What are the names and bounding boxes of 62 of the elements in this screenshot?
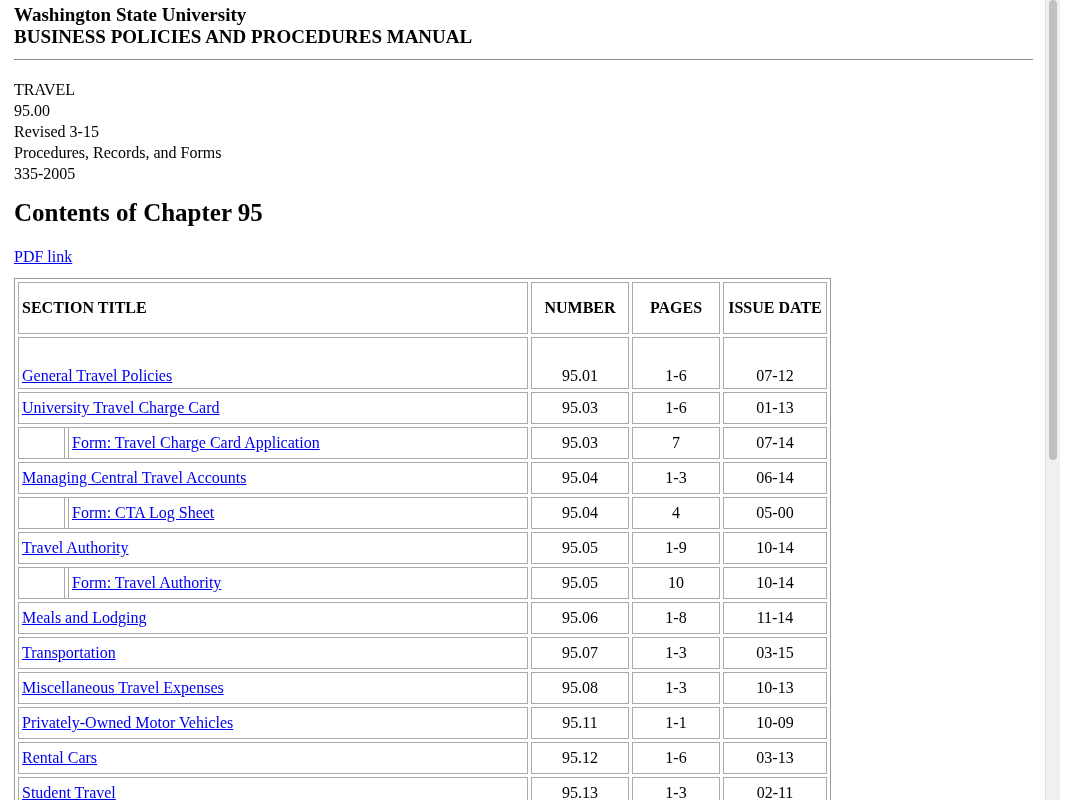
date-cell: 06-14 — [723, 462, 827, 494]
date-cell: 11-14 — [723, 602, 827, 634]
pages-cell: 1-6 — [632, 742, 720, 774]
column-header: NUMBER — [531, 282, 629, 334]
pages-cell: 1-3 — [632, 637, 720, 669]
column-header: PAGES — [632, 282, 720, 334]
meta-line: Revised 3-15 — [14, 122, 99, 142]
number-cell: 95.05 — [531, 567, 629, 599]
date-cell: 03-15 — [723, 637, 827, 669]
date-cell: 10-14 — [723, 532, 827, 564]
scrollbar-thumb[interactable] — [1049, 0, 1057, 460]
column-header: SECTION TITLE — [18, 282, 528, 334]
section-link[interactable]: Student Travel — [22, 784, 116, 800]
pages-cell: 1-8 — [632, 602, 720, 634]
section-link[interactable]: Form: CTA Log Sheet — [72, 504, 215, 522]
number-cell: 95.03 — [531, 392, 629, 424]
manual-title: BUSINESS POLICIES AND PROCEDURES MANUAL — [14, 26, 473, 48]
section-link[interactable]: Form: Travel Authority — [72, 574, 222, 592]
pages-cell: 1-1 — [632, 707, 720, 739]
date-cell: 10-13 — [723, 672, 827, 704]
section-link[interactable]: Transportation — [22, 644, 116, 661]
pages-cell: 1-6 — [632, 337, 720, 389]
section-link[interactable]: Rental Cars — [22, 749, 98, 766]
number-cell: 95.11 — [531, 707, 629, 739]
pages-cell: 1-3 — [632, 462, 720, 494]
section-link[interactable]: Meals and Lodging — [22, 609, 147, 626]
number-cell: 95.07 — [531, 637, 629, 669]
pages-cell: 10 — [632, 567, 720, 599]
date-cell: 10-14 — [723, 567, 827, 599]
number-cell: 95.04 — [531, 497, 629, 529]
date-cell: 01-13 — [723, 392, 827, 424]
date-cell: 10-09 — [723, 707, 827, 739]
number-cell: 95.08 — [531, 672, 629, 704]
meta-line: TRAVEL — [14, 80, 76, 100]
pages-cell: 7 — [632, 427, 720, 459]
pages-cell: 1-9 — [632, 532, 720, 564]
date-cell: 02-11 — [723, 777, 827, 800]
section-link[interactable]: General Travel Policies — [22, 367, 173, 384]
chapter-heading: Contents of Chapter 95 — [14, 198, 263, 228]
pages-cell: 1-6 — [632, 392, 720, 424]
pages-cell: 4 — [632, 497, 720, 529]
number-cell: 95.01 — [531, 337, 629, 389]
university-name: Washington State University — [14, 4, 247, 26]
date-cell: 05-00 — [723, 497, 827, 529]
meta-line: 95.00 — [14, 101, 50, 121]
date-cell: 07-12 — [723, 337, 827, 389]
scrollbar[interactable] — [1045, 0, 1060, 800]
number-cell: 95.13 — [531, 777, 629, 800]
column-header: ISSUE DATE — [723, 282, 827, 334]
date-cell: 03-13 — [723, 742, 827, 774]
number-cell: 95.12 — [531, 742, 629, 774]
date-cell: 07-14 — [723, 427, 827, 459]
number-cell: 95.03 — [531, 427, 629, 459]
pdf-link[interactable]: PDF link — [14, 248, 73, 266]
number-cell: 95.06 — [531, 602, 629, 634]
number-cell: 95.04 — [531, 462, 629, 494]
meta-line: 335-2005 — [14, 164, 76, 184]
section-link[interactable]: Travel Authority — [22, 539, 129, 556]
number-cell: 95.05 — [531, 532, 629, 564]
meta-line: Procedures, Records, and Forms — [14, 143, 222, 163]
pages-cell: 1-3 — [632, 672, 720, 704]
pages-cell: 1-3 — [632, 777, 720, 800]
